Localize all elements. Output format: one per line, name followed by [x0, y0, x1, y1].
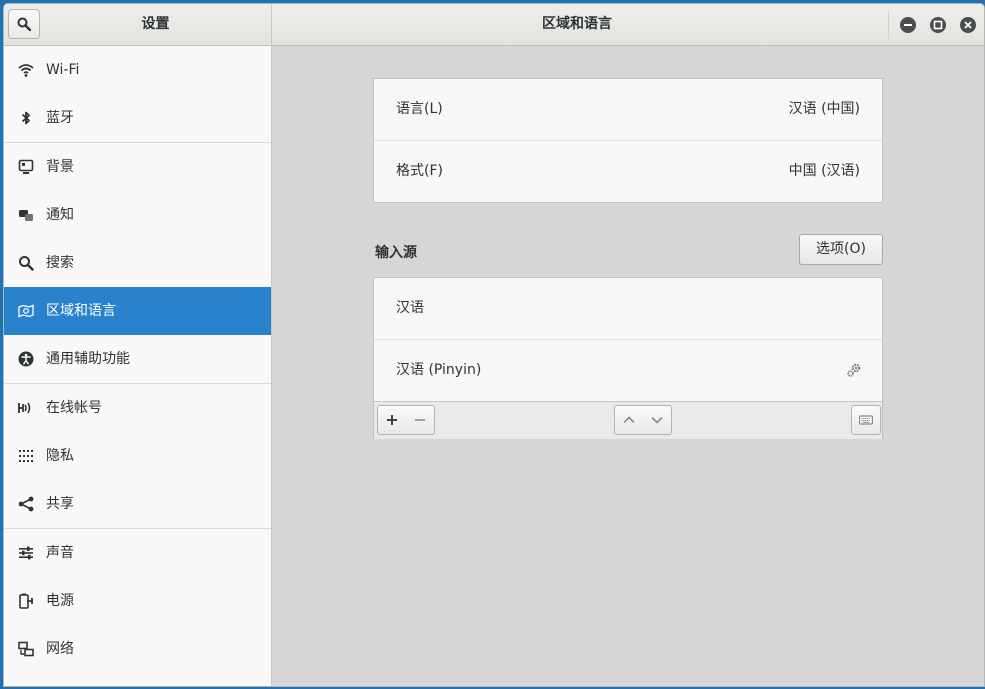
search-button[interactable] — [8, 9, 40, 39]
sidebar-item-label: 搜索 — [46, 255, 74, 271]
maximize-icon — [933, 20, 943, 30]
wifi-icon — [18, 64, 34, 77]
keyboard-layout-group — [851, 405, 881, 435]
plus-icon — [387, 415, 397, 425]
move-group — [614, 405, 672, 435]
main-panel: 语言(L) 汉语 (中国) 格式(F) 中国 (汉语) 输入源 选项(O) 汉语… — [272, 46, 984, 686]
accessibility-icon — [18, 351, 34, 367]
keyboard-icon — [859, 415, 873, 425]
sidebar-item-label: 共享 — [46, 496, 74, 512]
move-up-button[interactable] — [615, 406, 643, 434]
sidebar-item-accessibility[interactable]: 通用辅助功能 — [4, 335, 271, 383]
sidebar: Wi-Fi 蓝牙 背景 通知 搜索 区域和语言 通用辅助功能 在线帐号 隐私 共… — [4, 46, 272, 686]
sidebar-item-online-accounts[interactable]: 在线帐号 — [4, 384, 271, 432]
settings-window: 设置 区域和语言 Wi-Fi 蓝牙 背景 通知 搜索 区域和语言 通用辅助功能 … — [4, 4, 984, 686]
notifications-icon — [19, 210, 33, 221]
input-source-label: 汉语 — [396, 300, 424, 316]
page-title: 区域和语言 — [542, 16, 612, 32]
language-value: 汉语 (中国) — [788, 101, 860, 117]
power-icon — [19, 593, 33, 609]
move-down-button[interactable] — [643, 406, 671, 434]
minimize-button[interactable] — [900, 17, 916, 33]
show-keyboard-layout-button[interactable] — [852, 406, 880, 434]
sidebar-title: 设置 — [141, 16, 170, 32]
minus-icon — [415, 419, 425, 421]
sidebar-item-region[interactable]: 区域和语言 — [4, 287, 271, 335]
bluetooth-icon — [21, 111, 30, 125]
sidebar-item-search[interactable]: 搜索 — [4, 239, 271, 287]
input-sources-toolbar — [374, 401, 882, 439]
header-separator — [888, 11, 889, 39]
language-format-list: 语言(L) 汉语 (中国) 格式(F) 中国 (汉语) — [373, 78, 883, 203]
sidebar-item-label: 区域和语言 — [46, 303, 116, 319]
sidebar-item-power[interactable]: 电源 — [4, 577, 271, 625]
input-sources-list: 汉语 汉语 (Pinyin) — [373, 277, 883, 439]
sidebar-item-bluetooth[interactable]: 蓝牙 — [4, 94, 271, 142]
sidebar-item-label: 背景 — [46, 159, 74, 175]
maximize-button[interactable] — [930, 17, 946, 33]
language-row[interactable]: 语言(L) 汉语 (中国) — [374, 79, 882, 140]
close-icon — [964, 21, 972, 29]
sidebar-item-label: 电源 — [46, 593, 74, 609]
sidebar-header: 设置 — [4, 4, 272, 45]
sidebar-item-label: 网络 — [46, 641, 74, 657]
sidebar-item-share[interactable]: 共享 — [4, 480, 271, 528]
formats-row[interactable]: 格式(F) 中国 (汉语) — [374, 141, 882, 202]
formats-value: 中国 (汉语) — [788, 163, 860, 179]
sidebar-item-label: 通知 — [46, 207, 74, 223]
chevron-up-icon — [623, 416, 635, 424]
remove-input-source-button[interactable] — [406, 406, 434, 434]
input-source-label: 汉语 (Pinyin) — [396, 362, 482, 378]
options-button[interactable]: 选项(O) — [799, 234, 883, 265]
language-label: 语言(L) — [396, 101, 443, 117]
add-input-source-button[interactable] — [378, 406, 406, 434]
online-accounts-icon — [18, 402, 31, 414]
formats-label: 格式(F) — [396, 163, 443, 179]
sound-icon — [19, 546, 33, 560]
share-icon — [18, 496, 34, 512]
sidebar-item-label: 隐私 — [46, 448, 74, 464]
add-remove-group — [377, 405, 435, 435]
input-source-row[interactable]: 汉语 — [374, 278, 882, 339]
sidebar-item-background[interactable]: 背景 — [4, 143, 271, 191]
region-icon — [18, 304, 34, 318]
sidebar-item-label: 在线帐号 — [46, 400, 102, 416]
header-bar: 设置 区域和语言 — [4, 4, 984, 46]
gear-icon[interactable] — [846, 362, 862, 378]
search-icon — [19, 256, 34, 271]
sidebar-item-notifications[interactable]: 通知 — [4, 191, 271, 239]
minimize-icon — [904, 24, 912, 26]
input-sources-title: 输入源 — [375, 245, 417, 261]
chevron-down-icon — [651, 416, 663, 424]
privacy-icon — [19, 450, 33, 462]
search-icon — [17, 17, 31, 31]
sidebar-item-wifi[interactable]: Wi-Fi — [4, 46, 271, 94]
sidebar-item-network[interactable]: 网络 — [4, 625, 271, 673]
close-button[interactable] — [960, 17, 976, 33]
sidebar-item-privacy[interactable]: 隐私 — [4, 432, 271, 480]
sidebar-item-sound[interactable]: 声音 — [4, 529, 271, 577]
input-source-row[interactable]: 汉语 (Pinyin) — [374, 340, 882, 401]
background-icon — [18, 159, 34, 174]
sidebar-item-label: 蓝牙 — [46, 110, 74, 126]
sidebar-item-label: Wi-Fi — [46, 62, 80, 78]
network-icon — [18, 641, 34, 657]
sidebar-item-label: 声音 — [46, 545, 74, 561]
sidebar-item-label: 通用辅助功能 — [46, 351, 130, 367]
